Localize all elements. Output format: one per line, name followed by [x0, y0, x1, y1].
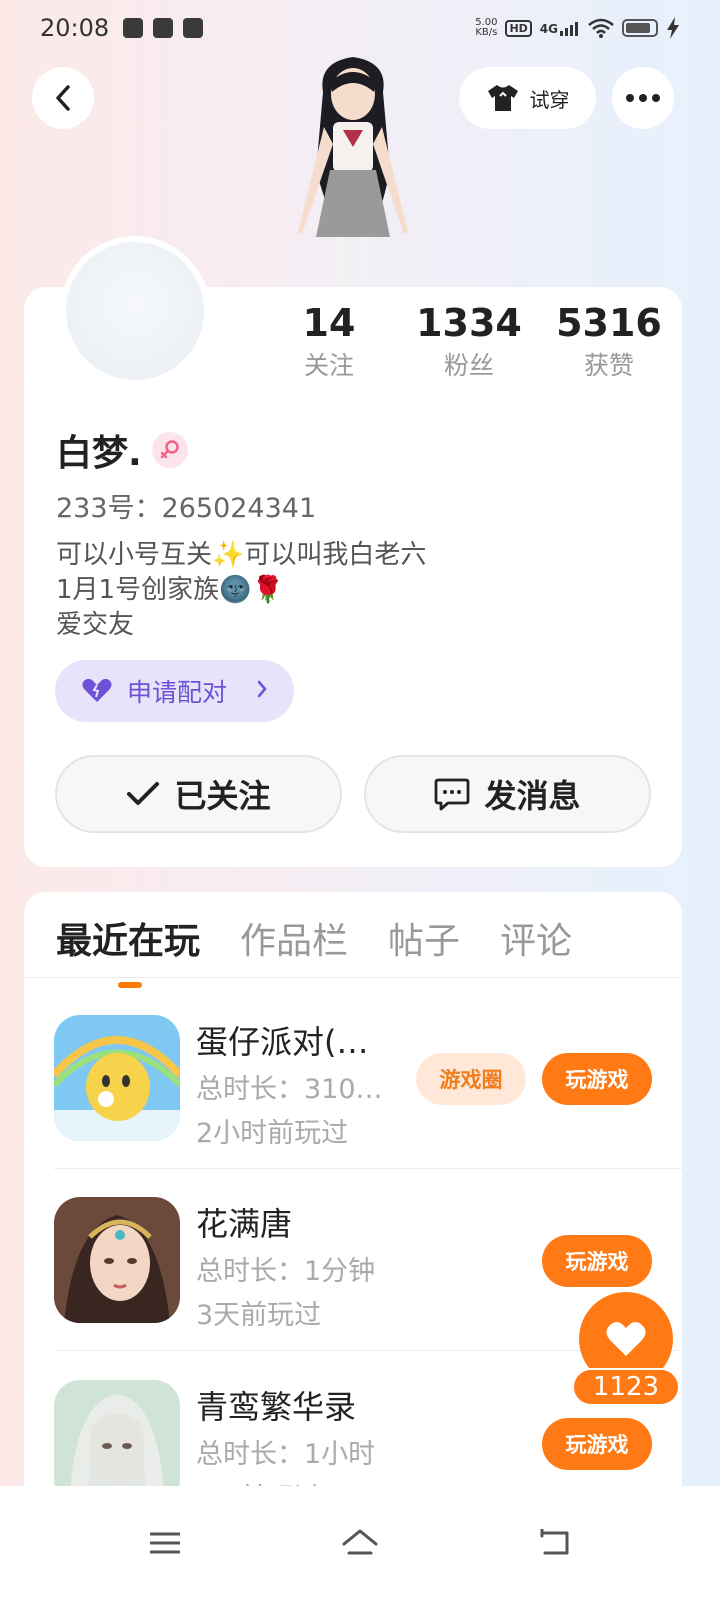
game-last-played: 2小时前玩过	[196, 1118, 349, 1149]
play-game-button[interactable]: 玩游戏	[542, 1235, 652, 1287]
status-bar: 20:08 5.00 KB/s HD 4G	[0, 0, 720, 56]
tab-recent[interactable]: 最近在玩	[56, 912, 200, 988]
play-game-button[interactable]: 玩游戏	[542, 1418, 652, 1470]
chat-bubble-icon	[435, 778, 470, 811]
wifi-icon	[588, 18, 614, 38]
menu-nav-button[interactable]	[140, 1518, 190, 1568]
send-message-button[interactable]: 发消息	[364, 755, 651, 833]
bio: 可以小号互关✨可以叫我白老六 1月1号创家族🌚🌹 爱交友	[56, 538, 426, 643]
home-nav-button[interactable]	[335, 1518, 385, 1568]
heart-icon	[606, 1322, 646, 1356]
tab-posts[interactable]: 帖子	[388, 912, 460, 964]
game-duration: 总时长：1分钟	[196, 1256, 376, 1287]
stat-likes[interactable]: 5316 获赞	[550, 300, 668, 384]
message-label: 发消息	[484, 777, 581, 815]
charging-icon	[667, 17, 679, 39]
net-speed: 5.00 KB/s	[475, 17, 498, 38]
following-label: 已关注	[174, 777, 271, 815]
tab-divider	[24, 977, 682, 978]
stat-label: 关注	[303, 351, 354, 380]
stat-fans[interactable]: 1334 粉丝	[410, 300, 528, 384]
game-row[interactable]: 蛋仔派对(… 总时长：310… 2小时前玩过 游戏圈 玩游戏	[54, 1015, 652, 1165]
heart-pair-icon	[82, 678, 112, 702]
tshirt-icon	[487, 85, 518, 111]
tab-comments[interactable]: 评论	[500, 912, 572, 964]
battery-icon	[622, 19, 658, 37]
app-notification-icon	[123, 18, 144, 38]
game-name: 青鸾繁华录	[196, 1388, 357, 1426]
stat-label: 获赞	[583, 351, 634, 380]
user-id: 233号：265024341	[56, 493, 317, 524]
like-count: 1123	[572, 1368, 680, 1406]
cat-notification-icon	[153, 18, 174, 38]
username-row: 白梦.	[56, 424, 188, 476]
game-last-played: 3天前玩过	[196, 1300, 322, 1331]
stat-following[interactable]: 14 关注	[270, 300, 388, 384]
status-time: 20:08	[40, 14, 110, 42]
bio-line: 1月1号创家族🌚🌹	[56, 575, 284, 605]
recent-games-card: 最近在玩 作品栏 帖子 评论 蛋仔派对(… 总时长：310… 2小时前玩过 游戏…	[24, 892, 682, 1512]
mail-notification-icon	[183, 18, 204, 38]
request-pair-button[interactable]: 申请配对	[55, 660, 294, 722]
status-right: 5.00 KB/s HD 4G	[475, 17, 680, 39]
hd-icon: HD	[505, 19, 532, 37]
tab-works[interactable]: 作品栏	[240, 912, 348, 964]
game-name: 蛋仔派对(…	[196, 1023, 369, 1061]
game-name: 花满唐	[196, 1205, 293, 1243]
system-nav-bar	[0, 1486, 720, 1600]
game-icon-hua-man-tang	[54, 1197, 180, 1323]
stat-value: 14	[302, 301, 356, 345]
tryon-button[interactable]: 试穿	[459, 67, 596, 129]
username: 白梦.	[56, 433, 142, 474]
game-icon-eggy-party	[54, 1015, 180, 1141]
signal-icon: 4G	[540, 20, 580, 36]
more-dots-icon	[626, 94, 660, 102]
avatar-character	[278, 52, 428, 290]
bio-line: 可以小号互关✨可以叫我白老六	[56, 540, 427, 570]
profile-tabs: 最近在玩 作品栏 帖子 评论	[56, 912, 572, 988]
play-game-button[interactable]: 玩游戏	[542, 1053, 652, 1105]
check-icon	[127, 782, 160, 805]
following-button[interactable]: 已关注	[55, 755, 342, 833]
stat-value: 5316	[556, 301, 662, 345]
chevron-right-icon	[256, 679, 268, 704]
row-divider	[54, 1168, 682, 1169]
avatar[interactable]	[60, 236, 210, 386]
chevron-left-icon	[56, 85, 70, 111]
back-nav-icon	[540, 1529, 569, 1555]
more-button[interactable]	[612, 67, 674, 129]
game-row[interactable]: 花满唐 总时长：1分钟 3天前玩过 玩游戏	[54, 1197, 652, 1347]
back-nav-button[interactable]	[530, 1518, 580, 1568]
tryon-label: 试穿	[529, 87, 570, 112]
back-button[interactable]	[32, 67, 94, 129]
game-duration: 总时长：310…	[196, 1074, 383, 1105]
stat-label: 粉丝	[443, 351, 494, 380]
female-icon	[151, 432, 188, 468]
stat-value: 1334	[416, 301, 522, 345]
profile-stats: 14 关注 1334 粉丝 5316 获赞	[270, 300, 690, 384]
menu-icon	[150, 1532, 180, 1554]
bio-line: 爱交友	[56, 610, 135, 640]
home-icon	[342, 1529, 378, 1555]
game-duration: 总时长：1小时	[196, 1439, 376, 1470]
pair-label: 申请配对	[127, 678, 228, 707]
game-circle-button[interactable]: 游戏圈	[416, 1053, 526, 1105]
